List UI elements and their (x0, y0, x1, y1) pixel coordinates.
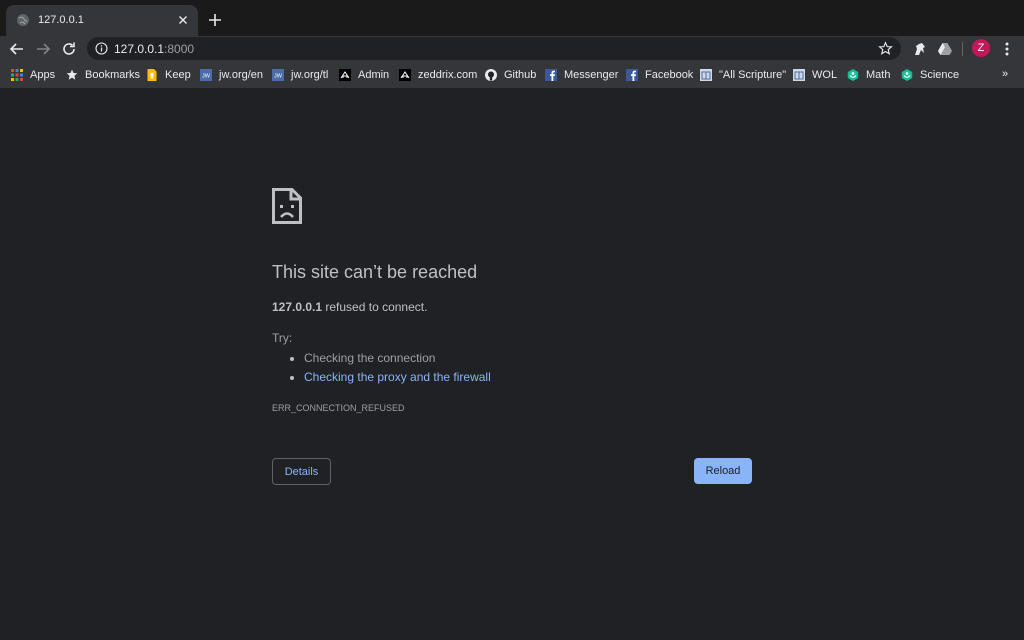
svg-text:JW: JW (202, 73, 211, 79)
bookmark-star-icon[interactable] (878, 41, 893, 56)
bookmark-label: Science (920, 69, 960, 81)
bookmark-bookmarks[interactable]: Bookmarks (66, 67, 140, 83)
zeddrix-icon (339, 69, 351, 81)
bookmark-label: Keep (165, 69, 191, 81)
error-message: refused to connect. (322, 300, 428, 314)
apps-grid-icon (11, 69, 23, 81)
bookmark-label: jw.org/tl (291, 69, 329, 81)
url-text[interactable]: 127.0.0.1:8000 (114, 42, 194, 56)
error-code: ERR_CONNECTION_REFUSED (272, 403, 405, 413)
url-port: :8000 (164, 42, 195, 56)
bookmark-label: Messenger (564, 69, 619, 81)
github-icon (485, 69, 497, 81)
bookmark-zeddrix[interactable]: zeddrix.com (399, 67, 477, 83)
bookmark-label: Admin (358, 69, 390, 81)
try-label: Try: (272, 331, 293, 345)
forward-arrow-icon[interactable] (33, 39, 53, 59)
bookmark-label: Github (504, 69, 537, 81)
bookmark-github[interactable]: Github (485, 67, 536, 83)
facebook-icon (626, 69, 638, 81)
error-host: 127.0.0.1 (272, 300, 323, 314)
khan-icon (901, 69, 913, 81)
bookmark-label: Facebook (645, 69, 694, 81)
tab-strip: 127.0.0.1 (0, 0, 1024, 36)
keep-icon (147, 69, 157, 81)
new-tab-icon[interactable] (207, 12, 223, 28)
bookmark-label: "All Scripture" (719, 69, 787, 81)
bookmark-label: WOL (812, 69, 838, 81)
suggestion-check-proxy-link[interactable]: Checking the proxy and the firewall (290, 370, 491, 384)
bookmark-label: Bookmarks (85, 69, 141, 81)
sad-page-icon (272, 188, 302, 224)
details-button[interactable]: Details (272, 458, 331, 485)
facebook-icon (545, 69, 557, 81)
bookmark-admin[interactable]: Admin (339, 67, 389, 83)
bookmark-jw-en[interactable]: JW jw.org/en (200, 67, 263, 83)
suggestion-check-connection: Checking the connection (289, 351, 436, 365)
bookmark-facebook[interactable]: Facebook (626, 67, 693, 83)
wol-icon (700, 69, 712, 81)
toolbar-divider (962, 42, 963, 56)
tab-title: 127.0.0.1 (38, 14, 84, 26)
bookmark-keep[interactable]: Keep (146, 67, 191, 83)
wol-icon (793, 69, 805, 81)
bookmark-label: Apps (30, 69, 56, 81)
url-host: 127.0.0.1 (114, 42, 165, 56)
bookmark-apps[interactable]: Apps (11, 67, 55, 83)
tab-active[interactable]: 127.0.0.1 (6, 5, 198, 36)
bookmark-math[interactable]: Math (847, 67, 890, 83)
bookmark-messenger[interactable]: Messenger (545, 67, 618, 83)
khan-icon (847, 69, 859, 81)
kebab-menu-icon[interactable] (1000, 40, 1014, 58)
extension-horse-icon[interactable] (911, 40, 929, 58)
back-arrow-icon[interactable] (7, 39, 27, 59)
bookmark-label: zeddrix.com (418, 69, 478, 81)
reload-icon[interactable] (59, 39, 79, 59)
error-title: This site can’t be reached (272, 262, 478, 282)
toolbar: 127.0.0.1:8000 Z (0, 36, 1024, 62)
bookmark-jw-tl[interactable]: JW jw.org/tl (272, 67, 328, 83)
star-icon (66, 69, 78, 80)
jw-icon: JW (272, 69, 284, 81)
profile-avatar[interactable]: Z (972, 39, 990, 57)
address-bar[interactable]: 127.0.0.1:8000 (87, 37, 901, 60)
jw-icon: JW (200, 69, 212, 81)
error-description: 127.0.0.1 refused to connect. (272, 300, 427, 314)
close-icon[interactable] (176, 13, 190, 27)
info-icon[interactable] (95, 42, 108, 55)
bookmark-science[interactable]: Science (901, 67, 959, 83)
drive-icon[interactable] (936, 40, 954, 58)
globe-icon (17, 14, 29, 26)
zeddrix-icon (399, 69, 411, 81)
bookmarks-overflow-chevron[interactable]: » (1002, 68, 1008, 80)
bookmark-wol[interactable]: WOL (793, 67, 837, 83)
bookmark-label: Math (866, 69, 891, 81)
bookmark-all-scripture[interactable]: "All Scripture" (700, 67, 786, 83)
bookmark-label: jw.org/en (219, 69, 264, 81)
svg-text:JW: JW (274, 73, 283, 79)
reload-button[interactable]: Reload (694, 458, 752, 484)
bookmarks-bar: Apps Bookmarks Keep JW jw.org/en JW jw.o… (0, 62, 1024, 88)
